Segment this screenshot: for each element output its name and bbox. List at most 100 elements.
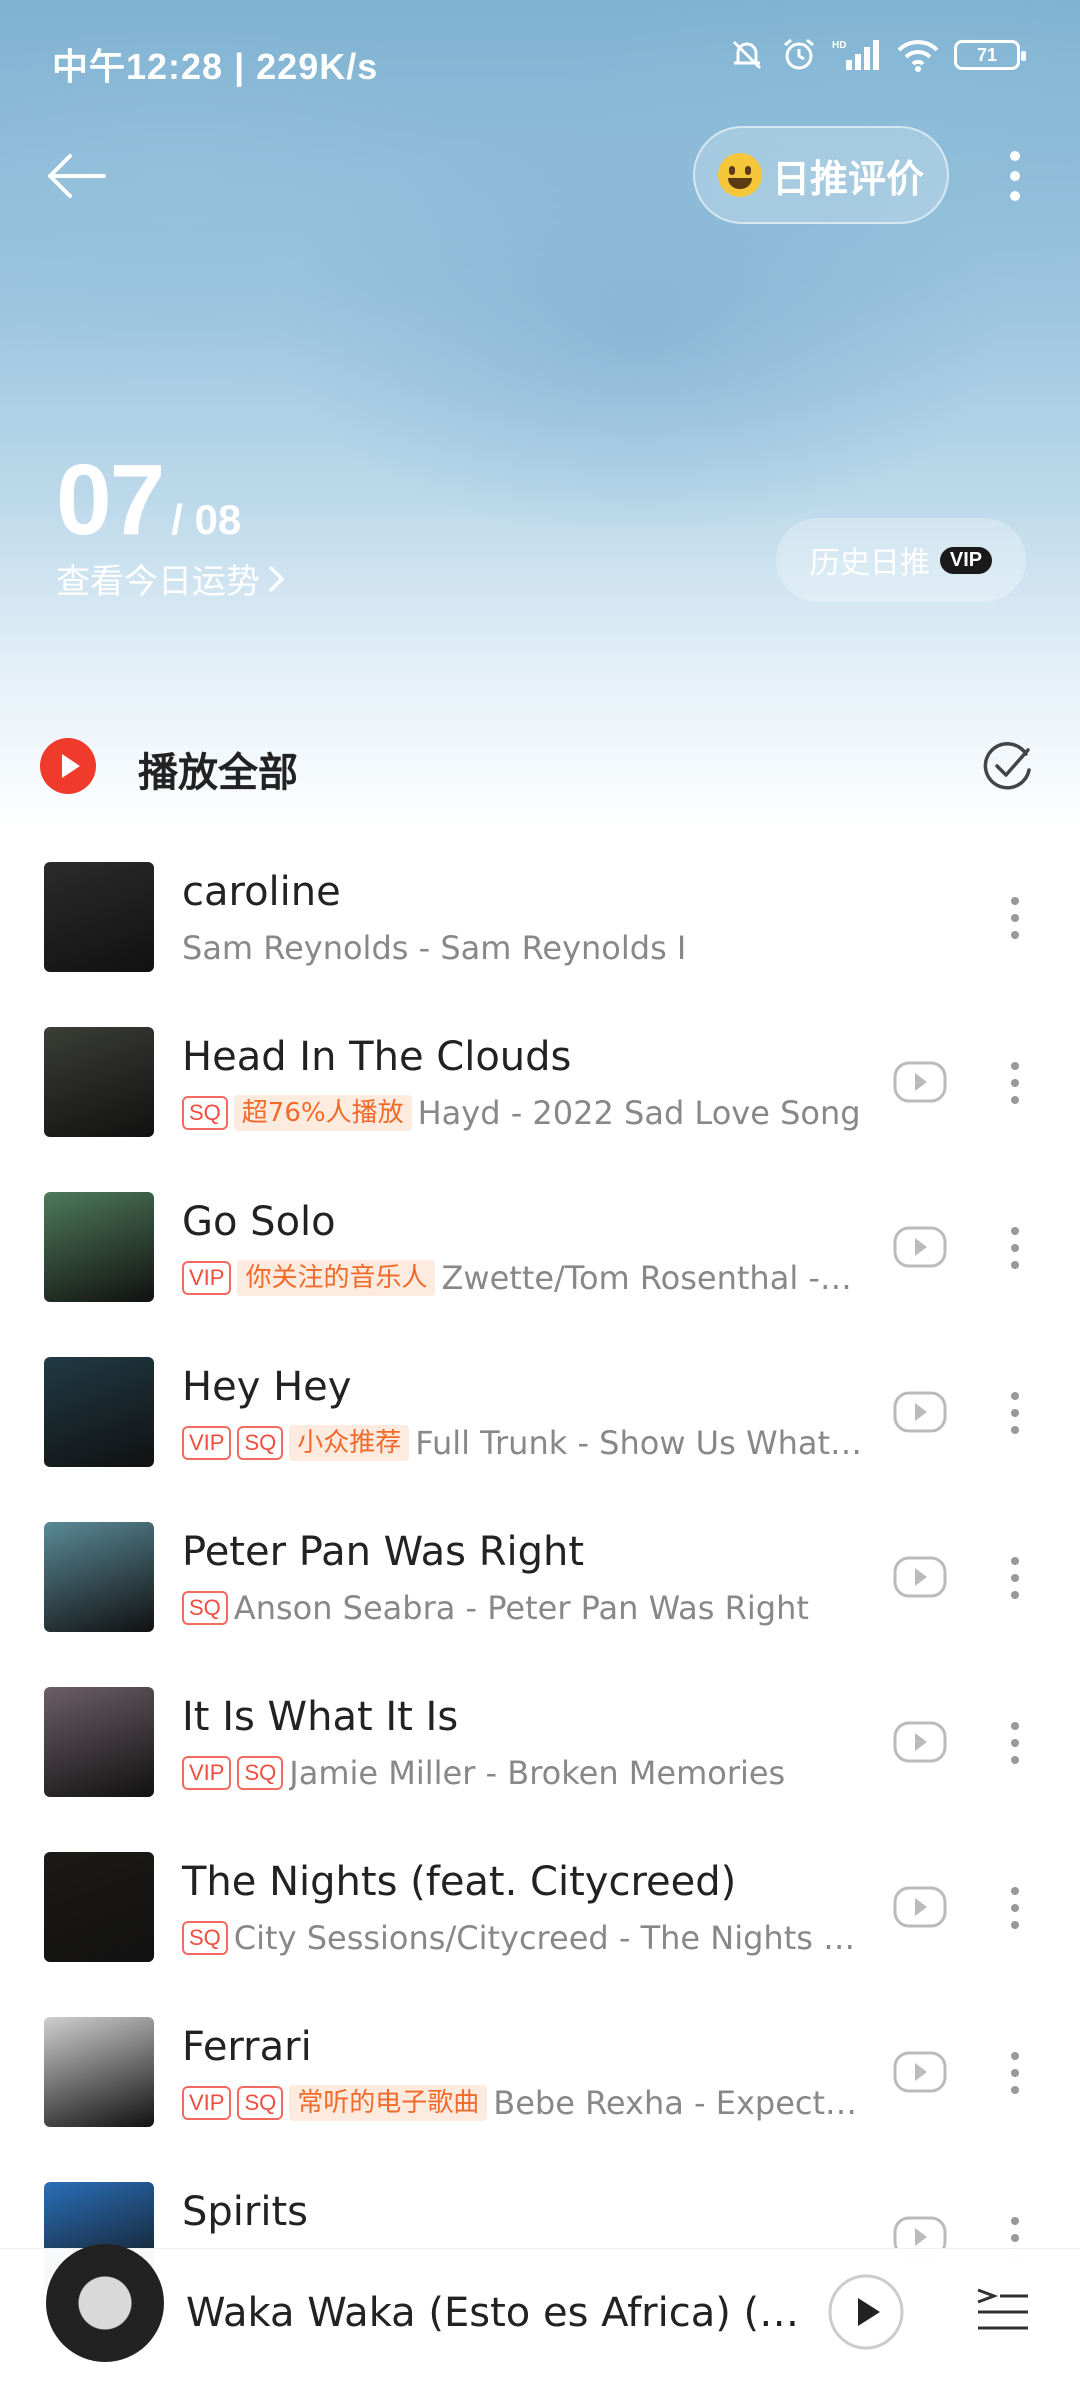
date-day: 07: [56, 444, 165, 556]
song-subtitle: Sam Reynolds - Sam Reynolds I: [182, 929, 686, 967]
recommendation-tag: 超76%人播放: [233, 1095, 412, 1131]
sq-tag: SQ: [237, 2086, 284, 2120]
sq-tag: SQ: [237, 1756, 284, 1790]
album-cover: [44, 1357, 154, 1467]
album-cover: [44, 862, 154, 972]
battery-icon: 71: [954, 40, 1026, 70]
song-row[interactable]: Peter Pan Was Right SQ Anson Seabra - Pete…: [0, 1497, 1080, 1662]
song-subtitle: VIP SQ Jamie Miller - Broken Memories: [182, 1754, 785, 1792]
song-title: Hey Hey: [182, 1364, 352, 1410]
video-play-icon[interactable]: [892, 2044, 948, 2100]
song-subtitle: SQ Anson Seabra - Peter Pan Was Right: [182, 1589, 809, 1627]
video-play-icon[interactable]: [892, 1549, 948, 1605]
status-bar: 中午12:28 | 229K/s HD 71: [0, 0, 1080, 120]
song-subtitle: VIP SQ 小众推荐 Full Trunk - Show Us What…: [182, 1424, 862, 1462]
album-cover: [44, 1522, 154, 1632]
battery-level: 71: [976, 44, 998, 65]
video-play-icon[interactable]: [892, 1384, 948, 1440]
history-label: 历史日推: [809, 546, 930, 581]
daily-review-label: 日推评价: [771, 156, 924, 201]
song-row[interactable]: Head In The Clouds SQ 超76%人播放 Hayd - 2022 S…: [0, 1002, 1080, 1167]
song-row[interactable]: Ferrari VIP SQ 常听的电子歌曲 Bebe Rexha - Expect…: [0, 1992, 1080, 2157]
multi-select-check-icon[interactable]: [982, 740, 1034, 792]
sq-tag: SQ: [182, 1096, 228, 1130]
recommendation-tag: 常听的电子歌曲: [289, 2085, 488, 2121]
smiley-icon: [717, 153, 762, 197]
alarm-icon: [784, 38, 814, 70]
song-row[interactable]: Go Solo VIP 你关注的音乐人 Zwette/Tom Rosenthal -…: [0, 1167, 1080, 1332]
song-row[interactable]: It Is What It Is VIP SQ Jamie Miller - Brok…: [0, 1662, 1080, 1827]
wifi-icon: [897, 40, 939, 72]
song-artist: Anson Seabra - Peter Pan Was Right: [233, 1589, 809, 1627]
album-cover: [44, 1687, 154, 1797]
more-vertical-icon[interactable]: [1000, 1718, 1030, 1768]
date-display: 07/ 08: [56, 450, 241, 550]
vip-tag: VIP: [182, 1426, 232, 1460]
signal-icon: HD: [832, 40, 879, 70]
vip-tag: VIP: [182, 1261, 232, 1295]
play-all-icon[interactable]: [40, 738, 96, 794]
song-subtitle: SQ City Sessions/Citycreed - The Nights (…: [182, 1919, 862, 1957]
vip-tag: VIP: [182, 2086, 232, 2120]
now-playing-cover[interactable]: [46, 2244, 164, 2362]
now-playing-title[interactable]: Waka Waka (Esto es Africa) (…: [186, 2290, 799, 2336]
more-vertical-icon[interactable]: [1000, 1223, 1030, 1273]
daily-review-button[interactable]: 日推评价: [693, 126, 949, 224]
album-cover: [44, 1027, 154, 1137]
song-subtitle: VIP SQ 常听的电子歌曲 Bebe Rexha - Expect…: [182, 2084, 857, 2122]
album-cover: [44, 1192, 154, 1302]
chevron-right-icon: [268, 565, 285, 592]
more-vertical-icon[interactable]: [1000, 1058, 1030, 1108]
fortune-link[interactable]: 查看今日运势: [56, 554, 286, 603]
song-title: Ferrari: [182, 2024, 312, 2070]
more-vertical-icon[interactable]: [1000, 2048, 1030, 2098]
video-play-icon[interactable]: [892, 1879, 948, 1935]
more-vertical-icon[interactable]: [1000, 146, 1030, 206]
back-arrow-icon[interactable]: [44, 148, 108, 204]
status-time: 中午12:28 | 229K/s: [52, 46, 379, 87]
date-month: / 08: [171, 496, 242, 543]
song-artist: Full Trunk - Show Us What…: [415, 1424, 862, 1462]
playlist-queue-icon[interactable]: [976, 2282, 1030, 2336]
song-title: Peter Pan Was Right: [182, 1529, 585, 1575]
more-vertical-icon[interactable]: [1000, 1388, 1030, 1438]
song-row[interactable]: caroline Sam Reynolds - Sam Reynolds I: [0, 837, 1080, 1002]
song-artist: Hayd - 2022 Sad Love Song: [417, 1094, 861, 1132]
album-cover: [44, 2017, 154, 2127]
video-play-icon[interactable]: [892, 1714, 948, 1770]
more-vertical-icon[interactable]: [1000, 893, 1030, 943]
history-daily-button[interactable]: 历史日推 VIP: [776, 518, 1026, 602]
song-artist: Jamie Miller - Broken Memories: [289, 1754, 786, 1792]
vip-tag: VIP: [182, 1756, 232, 1790]
song-title: Head In The Clouds: [182, 1034, 572, 1080]
svg-text:HD: HD: [832, 40, 846, 51]
song-artist: Sam Reynolds - Sam Reynolds I: [182, 929, 687, 967]
recommendation-tag: 小众推荐: [289, 1425, 410, 1461]
song-subtitle: SQ 超76%人播放 Hayd - 2022 Sad Love Song: [182, 1094, 861, 1132]
sq-tag: SQ: [182, 1591, 228, 1625]
song-title: Spirits: [182, 2189, 308, 2235]
video-play-icon[interactable]: [892, 1054, 948, 1110]
recommendation-tag: 你关注的音乐人: [237, 1260, 436, 1296]
video-play-icon[interactable]: [892, 1219, 948, 1275]
sq-tag: SQ: [237, 1426, 284, 1460]
song-row[interactable]: The Nights (feat. Citycreed) SQ City Sessi…: [0, 1827, 1080, 1992]
hero-background: [0, 0, 1080, 830]
song-title: caroline: [182, 869, 341, 915]
song-title: It Is What It Is: [182, 1694, 459, 1740]
vip-badge: VIP: [939, 546, 993, 574]
mini-play-button-icon[interactable]: [826, 2272, 906, 2352]
song-artist: Bebe Rexha - Expect…: [493, 2084, 858, 2122]
fortune-label: 查看今日运势: [56, 562, 260, 602]
mute-bell-icon: [732, 40, 762, 70]
album-cover: [44, 1852, 154, 1962]
song-artist: Zwette/Tom Rosenthal -…: [441, 1259, 852, 1297]
song-title: Go Solo: [182, 1199, 336, 1245]
status-icons: HD 71: [728, 36, 1026, 74]
more-vertical-icon[interactable]: [1000, 1553, 1030, 1603]
song-row[interactable]: Hey Hey VIP SQ 小众推荐 Full Trunk - Show Us Wha…: [0, 1332, 1080, 1497]
song-title: The Nights (feat. Citycreed): [182, 1859, 737, 1905]
play-all-button[interactable]: 播放全部: [138, 740, 298, 798]
song-subtitle: VIP 你关注的音乐人 Zwette/Tom Rosenthal -…: [182, 1259, 852, 1297]
more-vertical-icon[interactable]: [1000, 1883, 1030, 1933]
